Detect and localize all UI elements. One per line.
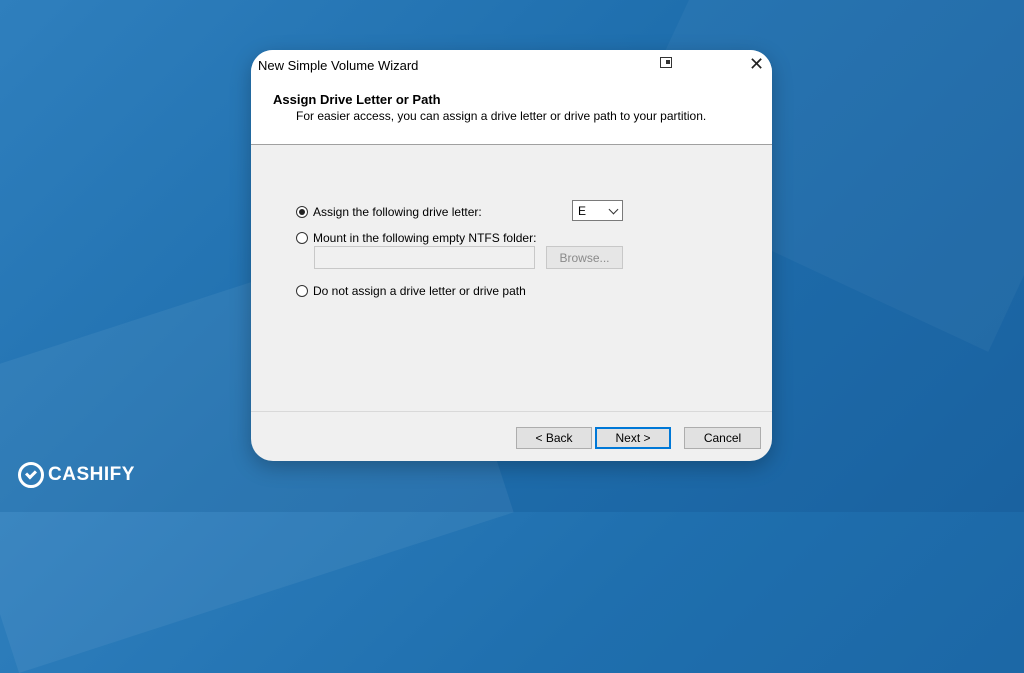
next-button[interactable]: Next > (595, 427, 671, 449)
cancel-button[interactable]: Cancel (684, 427, 761, 449)
radio-button[interactable] (296, 232, 308, 244)
radio-label: Assign the following drive letter: (313, 205, 482, 219)
browse-button[interactable]: Browse... (546, 246, 623, 269)
wizard-dialog: New Simple Volume Wizard ✕ Assign Drive … (251, 50, 772, 461)
wizard-header: New Simple Volume Wizard ✕ Assign Drive … (251, 50, 772, 145)
radio-no-assign[interactable]: Do not assign a drive letter or drive pa… (296, 284, 526, 298)
back-button[interactable]: < Back (516, 427, 592, 449)
radio-assign-letter[interactable]: Assign the following drive letter: (296, 205, 482, 219)
radio-mount-folder[interactable]: Mount in the following empty NTFS folder… (296, 231, 536, 245)
brand-logo: CASHIFY (18, 462, 135, 488)
drive-letter-select[interactable]: E (572, 200, 623, 221)
radio-label: Mount in the following empty NTFS folder… (313, 231, 537, 245)
radio-button[interactable] (296, 285, 308, 297)
divider (251, 411, 772, 412)
window-title: New Simple Volume Wizard (258, 58, 419, 73)
page-subtitle: For easier access, you can assign a driv… (296, 109, 707, 123)
folder-path-input[interactable] (314, 246, 535, 269)
radio-label: Do not assign a drive letter or drive pa… (313, 284, 526, 298)
page-title: Assign Drive Letter or Path (273, 92, 441, 107)
window-restore-icon[interactable] (660, 57, 672, 68)
cashify-logo-icon (18, 462, 44, 488)
close-button[interactable]: ✕ (749, 54, 764, 75)
chevron-down-icon (608, 204, 619, 215)
brand-name: CASHIFY (48, 464, 135, 485)
radio-button[interactable] (296, 206, 308, 218)
drive-letter-value: E (578, 203, 587, 218)
